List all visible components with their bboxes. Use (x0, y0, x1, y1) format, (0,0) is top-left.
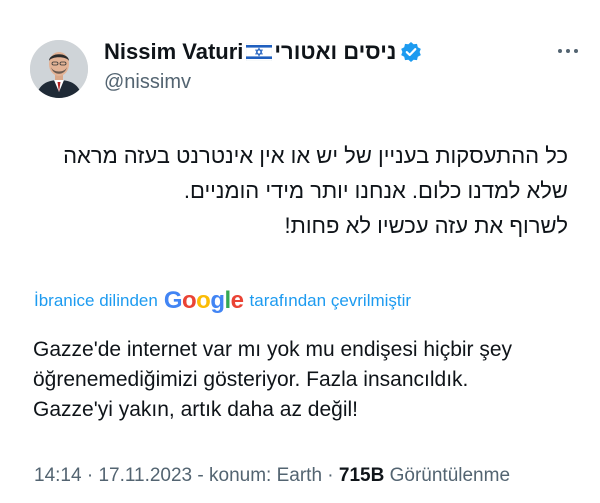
google-logo: Google (163, 287, 244, 314)
separator-dot: · (86, 465, 99, 486)
views-count: 715B (338, 465, 385, 486)
views-label: Görüntülenme (389, 465, 511, 486)
tweet-meta: 14:14 · 17.11.2023 - konum: Earth · 715B… (34, 465, 510, 487)
translated-tweet-text: Gazze'de internet var mı yok mu endişesi… (33, 335, 573, 425)
display-name[interactable]: Nissim Vaturi ניסים ואטורי (104, 39, 422, 65)
author-name: Nissim Vaturi (104, 39, 244, 64)
tweet-text: כל ההתעסקות בעניין של יש או אין אינטרנט … (28, 138, 568, 243)
translated-text-line: Gazze'yi yakın, artık daha az değil! (33, 398, 359, 421)
tweet-text-line: כל ההתעסקות בעניין של יש או אין אינטרנט … (63, 143, 568, 168)
tweet-time[interactable]: 14:14 (34, 465, 82, 486)
avatar-image (30, 40, 88, 98)
translation-prefix: İbranice dilinden (34, 291, 158, 310)
dot-icon (558, 49, 562, 53)
more-options-icon[interactable] (553, 40, 583, 62)
separator-dash: - (197, 465, 210, 486)
translation-attribution-link[interactable]: İbranice dilinden Google tarafından çevr… (34, 287, 411, 315)
translated-text-line: Gazze'de internet var mı yok mu endişesi… (33, 338, 513, 361)
dot-icon (574, 49, 578, 53)
verified-badge-icon (401, 42, 422, 62)
tweet-text-line: שלא למדנו כלום. אנחנו יותר מידי הומניים. (183, 178, 568, 203)
tweet-date[interactable]: 17.11.2023 (98, 465, 192, 486)
translated-text-line: öğrenemediğimizi gösteriyor. Fazla insan… (33, 368, 469, 391)
author-handle[interactable]: @nissimv (104, 71, 191, 94)
author-hebrew-name: ניסים ואטורי (274, 39, 397, 64)
tweet-text-line: לשרוף את עזה עכשיו לא פחות! (284, 213, 568, 238)
tweet-location: konum: Earth (209, 465, 323, 486)
avatar[interactable] (30, 40, 88, 98)
separator-dot: · (327, 465, 339, 486)
dot-icon (566, 49, 570, 53)
israel-flag-icon (246, 43, 273, 61)
translation-suffix: tarafından çevrilmiştir (249, 291, 412, 310)
